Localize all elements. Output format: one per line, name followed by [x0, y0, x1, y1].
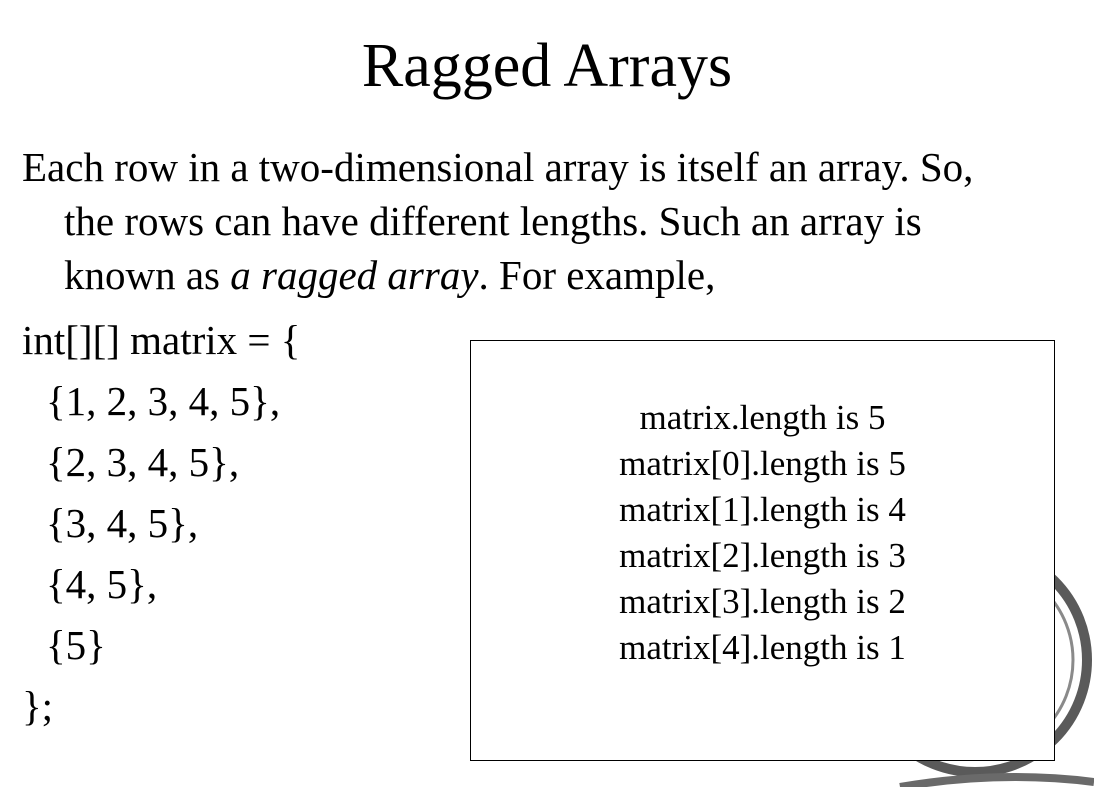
- code-line-row-2: {3, 4, 5},: [46, 500, 199, 546]
- row-2-length-line: matrix[2].length is 3: [619, 536, 906, 575]
- matrix-length-line: matrix.length is 5: [639, 398, 886, 437]
- paragraph-line-1: Each row in a two-dimensional array is i…: [22, 144, 974, 190]
- row-0-length-line: matrix[0].length is 5: [619, 444, 906, 483]
- slide-title: Ragged Arrays: [361, 32, 733, 100]
- ragged-array-term: a ragged array: [230, 252, 479, 298]
- code-line-row-1: {2, 3, 4, 5},: [46, 439, 240, 485]
- code-example: int[][] matrix = { {1, 2, 3, 4, 5}, {2, …: [22, 310, 300, 737]
- paragraph-text: known as: [64, 252, 231, 298]
- paragraph-text: . For example,: [478, 252, 716, 298]
- lengths-info-box: matrix.length is 5 matrix[0].length is 5…: [470, 340, 1055, 761]
- row-4-length-line: matrix[4].length is 1: [619, 628, 906, 667]
- paragraph-line-2: the rows can have different lengths. Suc…: [64, 198, 922, 244]
- decorative-arc-bottom: [899, 773, 1094, 787]
- row-1-length-line: matrix[1].length is 4: [619, 490, 906, 529]
- slide: Ragged Arrays Each row in a two-dimensio…: [0, 0, 1094, 787]
- row-3-length-line: matrix[3].length is 2: [619, 582, 906, 621]
- lengths-list: matrix.length is 5 matrix[0].length is 5…: [471, 395, 1054, 671]
- code-line-closing: };: [22, 683, 54, 729]
- code-line-row-0: {1, 2, 3, 4, 5},: [46, 378, 281, 424]
- code-line-row-4: {5}: [46, 622, 106, 668]
- paragraph-line-3: known as a ragged array. For example,: [22, 248, 1082, 302]
- intro-paragraph: Each row in a two-dimensional array is i…: [22, 140, 1082, 302]
- code-line-row-3: {4, 5},: [46, 561, 158, 607]
- code-line-declaration: int[][] matrix = {: [22, 317, 301, 363]
